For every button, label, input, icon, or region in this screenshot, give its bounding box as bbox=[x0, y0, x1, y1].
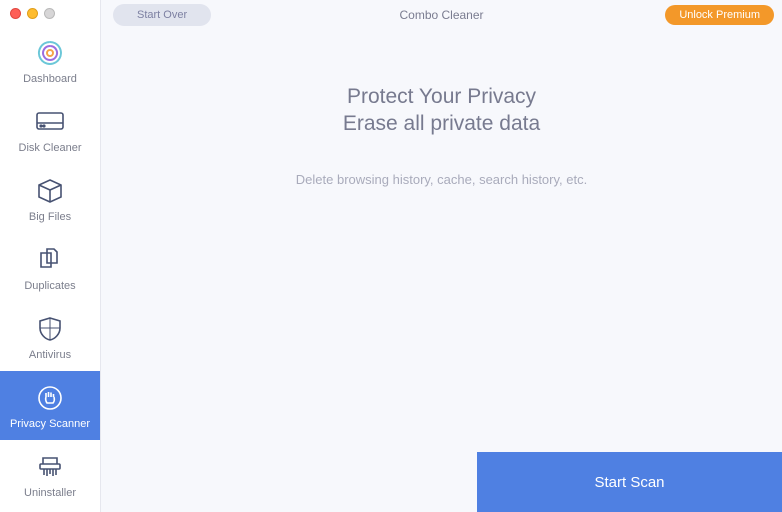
sidebar-item-duplicates[interactable]: Duplicates bbox=[0, 233, 100, 302]
topbar: Start Over Combo Cleaner Unlock Premium bbox=[101, 0, 782, 30]
disk-icon bbox=[36, 105, 64, 139]
sidebar-item-uninstaller[interactable]: Uninstaller bbox=[0, 440, 100, 509]
window-controls bbox=[0, 0, 100, 26]
sidebar-item-disk-cleaner[interactable]: Disk Cleaner bbox=[0, 95, 100, 164]
sidebar-item-label: Antivirus bbox=[29, 349, 71, 361]
dashboard-icon bbox=[35, 36, 65, 70]
box-icon bbox=[37, 174, 63, 208]
sidebar-item-label: Big Files bbox=[29, 211, 71, 223]
sidebar-item-antivirus[interactable]: Antivirus bbox=[0, 302, 100, 371]
sidebar-nav: Dashboard Disk Cleaner Bi bbox=[0, 26, 100, 512]
start-scan-button[interactable]: Start Scan bbox=[477, 452, 782, 512]
footer: Start Scan bbox=[101, 452, 782, 512]
window-close-button[interactable] bbox=[10, 8, 21, 19]
unlock-premium-button[interactable]: Unlock Premium bbox=[665, 5, 774, 25]
sidebar-item-label: Privacy Scanner bbox=[10, 418, 90, 430]
sidebar-item-label: Uninstaller bbox=[24, 487, 76, 499]
start-over-button[interactable]: Start Over bbox=[113, 4, 211, 26]
subheadline: Delete browsing history, cache, search h… bbox=[296, 172, 587, 187]
sidebar-item-privacy-scanner[interactable]: Privacy Scanner bbox=[0, 371, 100, 440]
headline-1: Protect Your Privacy bbox=[347, 85, 536, 109]
shield-icon bbox=[38, 312, 62, 346]
duplicates-icon bbox=[37, 243, 63, 277]
sidebar-item-dashboard[interactable]: Dashboard bbox=[0, 26, 100, 95]
headline-2: Erase all private data bbox=[343, 112, 540, 136]
sidebar-item-label: Dashboard bbox=[23, 73, 77, 85]
hand-icon bbox=[37, 381, 63, 415]
sidebar-item-label: Disk Cleaner bbox=[19, 142, 82, 154]
sidebar-item-big-files[interactable]: Big Files bbox=[0, 164, 100, 233]
app-title: Combo Cleaner bbox=[399, 8, 483, 22]
content-area: Protect Your Privacy Erase all private d… bbox=[101, 30, 782, 452]
main-panel: Start Over Combo Cleaner Unlock Premium … bbox=[100, 0, 782, 512]
window-maximize-button[interactable] bbox=[44, 8, 55, 19]
sidebar: Dashboard Disk Cleaner Bi bbox=[0, 0, 100, 512]
sidebar-item-label: Duplicates bbox=[24, 280, 75, 292]
window-minimize-button[interactable] bbox=[27, 8, 38, 19]
shredder-icon bbox=[38, 450, 62, 484]
